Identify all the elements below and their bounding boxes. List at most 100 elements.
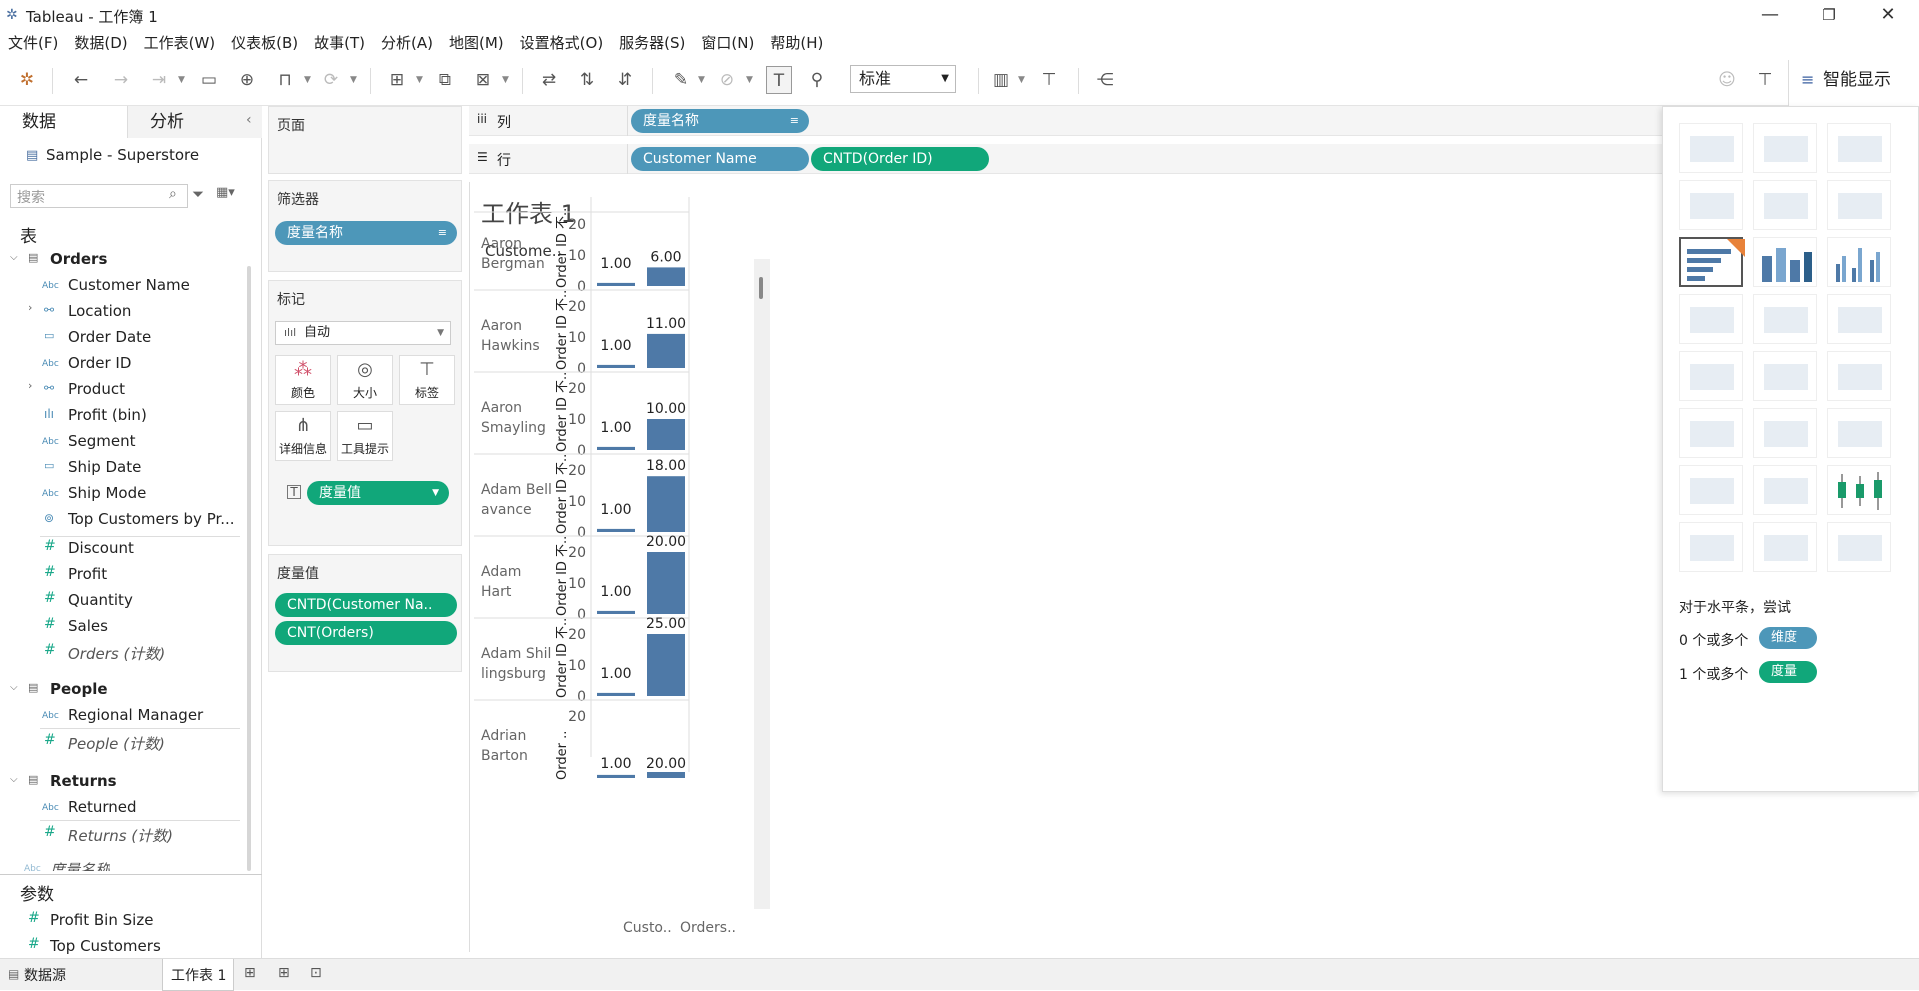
datasource-tab[interactable]: 数据源 — [24, 965, 66, 985]
showme-packed-bubbles-icon[interactable] — [1827, 522, 1891, 572]
group-members-icon[interactable]: ⊘ — [714, 66, 740, 94]
measure-values-pill-customer[interactable]: CNTD(Customer Na.. — [275, 593, 457, 617]
chevron-down-icon[interactable]: ▼ — [746, 75, 753, 85]
rows-pill-cntd-order-id[interactable]: CNTD(Order ID) — [811, 147, 989, 171]
showme-box-and-whisker-icon[interactable] — [1827, 465, 1891, 515]
duplicate-sheet-icon[interactable]: ⧉ — [432, 66, 458, 94]
highlight-icon[interactable]: ✎ — [668, 66, 694, 94]
field-customer-name[interactable]: Customer Name — [68, 276, 190, 294]
mark-type-dropdown[interactable]: ılıl 自动 ▼ — [275, 321, 451, 345]
search-input[interactable]: 搜索 ⌕ — [10, 184, 188, 208]
chevron-down-icon[interactable]: ⌵ — [10, 252, 18, 263]
showme-highlight-table-icon[interactable] — [1827, 123, 1891, 173]
fit-dropdown[interactable]: 标准 ▼ — [850, 65, 956, 93]
new-data-source-icon[interactable]: ⊕ — [234, 66, 260, 94]
close-button[interactable]: ✕ — [1868, 2, 1908, 28]
menu-help[interactable]: 帮助(H) — [762, 30, 831, 56]
showme-symbol-map-icon[interactable] — [1679, 180, 1743, 230]
datasource-name[interactable]: Sample - Superstore — [46, 146, 199, 164]
chevron-down-icon[interactable]: ▼ — [698, 75, 705, 85]
field-quantity[interactable]: Quantity — [68, 591, 133, 609]
tab-analysis[interactable]: 分析 — [128, 106, 262, 138]
showme-horizontal-bars-icon[interactable] — [1679, 237, 1745, 287]
tooltip-button[interactable]: ▭ 工具提示 — [337, 411, 393, 461]
showme-dual-lines-icon[interactable] — [1827, 351, 1891, 401]
menu-data[interactable]: 数据(D) — [66, 30, 135, 56]
presentation-mode-icon[interactable]: ⊤ — [1036, 66, 1062, 94]
field-profit-bin[interactable]: Profit (bin) — [68, 406, 147, 424]
clear-sheet-icon[interactable]: ⊠ — [470, 66, 496, 94]
filters-card[interactable]: 筛选器 度量名称 ≡ — [268, 180, 462, 272]
label-button[interactable]: ⊤ 标签 — [399, 355, 455, 405]
showme-area-continuous-icon[interactable] — [1679, 408, 1743, 458]
collapse-pane-icon[interactable]: ‹ — [246, 112, 252, 128]
table-orders[interactable]: Orders — [50, 250, 107, 268]
field-profit[interactable]: Profit — [68, 565, 107, 583]
rows-pill-customer-name[interactable]: Customer Name — [631, 147, 809, 171]
chevron-down-icon[interactable]: ⌵ — [10, 682, 18, 693]
showme-lines-continuous-icon[interactable] — [1679, 351, 1743, 401]
showme-stacked-bars-icon[interactable] — [1753, 237, 1817, 287]
chevron-down-icon[interactable]: ▼ — [304, 75, 311, 85]
field-product[interactable]: Product — [68, 380, 125, 398]
showme-filled-map-icon[interactable] — [1753, 180, 1817, 230]
table-people[interactable]: People — [50, 680, 108, 698]
field-discount[interactable]: Discount — [68, 539, 134, 557]
field-ship-mode[interactable]: Ship Mode — [68, 484, 146, 502]
showme-side-by-side-circles-icon[interactable] — [1827, 294, 1891, 344]
showme-area-discrete-icon[interactable] — [1753, 408, 1817, 458]
field-regional-manager[interactable]: Regional Manager — [68, 706, 203, 724]
showme-treemap-icon[interactable] — [1679, 294, 1743, 344]
chevron-right-icon[interactable]: › — [28, 379, 32, 392]
data-pane-scrollbar[interactable] — [247, 266, 251, 871]
showme-lines-discrete-icon[interactable] — [1753, 351, 1817, 401]
field-location[interactable]: Location — [68, 302, 131, 320]
view-options-icon[interactable]: ▦▾ — [216, 185, 235, 200]
scrollbar-thumb[interactable] — [759, 277, 763, 299]
menu-map[interactable]: 地图(M) — [441, 30, 512, 56]
chevron-right-icon[interactable]: › — [28, 301, 32, 314]
chevron-down-icon[interactable]: ▼ — [416, 75, 423, 85]
new-dashboard-icon[interactable]: ⊞ — [278, 965, 290, 981]
menu-format[interactable]: 设置格式(O) — [512, 30, 612, 56]
sort-descending-icon[interactable]: ⇵ — [612, 66, 638, 94]
new-story-icon[interactable]: ⊡ — [310, 965, 322, 981]
columns-pill-measure-names[interactable]: 度量名称 ≡ — [631, 109, 809, 133]
restore-button[interactable]: ❐ — [1809, 2, 1849, 28]
tableau-home-icon[interactable]: ✲ — [14, 66, 40, 94]
chevron-down-icon[interactable]: ▼ — [350, 75, 357, 85]
detail-button[interactable]: ⋔ 详细信息 — [275, 411, 331, 461]
showme-pie-chart-icon[interactable] — [1827, 180, 1891, 230]
new-worksheet-icon[interactable]: ⊞ — [244, 965, 256, 981]
sort-ascending-icon[interactable]: ⇅ — [574, 66, 600, 94]
redo-icon[interactable]: → — [108, 66, 134, 94]
param-top-customers[interactable]: Top Customers — [50, 937, 161, 955]
menu-dashboard[interactable]: 仪表板(B) — [223, 30, 306, 56]
menu-file[interactable]: 文件(F) — [0, 30, 66, 56]
measure-values-pill-orders[interactable]: CNT(Orders) — [275, 621, 457, 645]
tab-data[interactable]: 数据 — [0, 106, 128, 138]
showme-histogram-icon[interactable] — [1753, 465, 1817, 515]
field-order-id[interactable]: Order ID — [68, 354, 131, 372]
pause-updates-icon[interactable]: ⊓ — [272, 66, 298, 94]
field-returns-count[interactable]: Returns (计数) — [68, 825, 173, 846]
marks-pill-measure-values[interactable]: 度量值 ▼ — [307, 481, 449, 505]
showme-dual-combination-icon[interactable] — [1827, 408, 1891, 458]
menu-story[interactable]: 故事(T) — [306, 30, 373, 56]
show-me-button[interactable]: ≡ 智能显示 — [1788, 60, 1919, 106]
ask-data-icon[interactable]: ☺ — [1714, 66, 1740, 94]
menu-worksheet[interactable]: 工作表(W) — [136, 30, 224, 56]
showme-gantt-chart-icon[interactable] — [1679, 522, 1743, 572]
chevron-down-icon[interactable]: ▼ — [1018, 75, 1025, 85]
swap-rows-columns-icon[interactable]: ⇄ — [536, 66, 562, 94]
swap-icon[interactable]: ⇥ — [146, 66, 172, 94]
chevron-down-icon[interactable]: ▼ — [502, 75, 509, 85]
table-returns[interactable]: Returns — [50, 772, 117, 790]
showme-bullet-graph-icon[interactable] — [1753, 522, 1817, 572]
pages-card[interactable]: 页面 — [268, 106, 462, 174]
filter-icon[interactable]: ⏷ — [192, 185, 204, 203]
minimize-button[interactable]: — — [1750, 2, 1790, 28]
format-painter-icon[interactable]: ⊤ — [1752, 66, 1778, 94]
showme-side-by-side-bars-icon[interactable] — [1827, 237, 1891, 287]
chevron-down-icon[interactable]: ⌵ — [10, 774, 18, 785]
